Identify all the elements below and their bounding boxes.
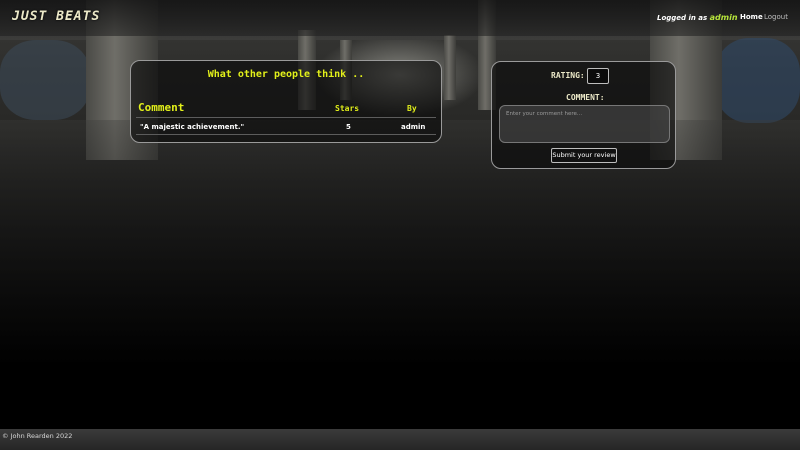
logged-in-username: admin xyxy=(709,13,738,22)
review-form-panel: RATING: 3 COMMENT: Enter your comment he… xyxy=(491,61,676,169)
top-navbar: JUST BEATS Logged in as admin Home Logou… xyxy=(0,0,800,36)
rating-input[interactable]: 3 xyxy=(587,68,609,84)
column-header-by: By xyxy=(407,104,417,113)
reviews-panel: What other people think .. Comment Stars… xyxy=(130,60,442,143)
graffiti-left xyxy=(0,40,90,120)
floor xyxy=(0,120,800,362)
submit-review-button[interactable]: Submit your review xyxy=(551,148,617,163)
footer-copyright: © John Rearden 2022 xyxy=(2,432,73,440)
rating-label: RATING: xyxy=(551,71,585,80)
graffiti-right xyxy=(715,38,800,123)
comment-textarea[interactable]: Enter your comment here... xyxy=(499,105,670,143)
review-author: admin xyxy=(401,123,426,131)
login-status: Logged in as admin xyxy=(657,13,738,22)
table-divider xyxy=(136,134,436,135)
warehouse-background xyxy=(0,0,800,362)
login-prefix: Logged in as xyxy=(657,14,708,22)
site-logo[interactable]: JUST BEATS xyxy=(12,9,100,24)
nav-logout-link[interactable]: Logout xyxy=(764,13,788,21)
table-divider xyxy=(136,117,436,118)
review-stars: 5 xyxy=(346,123,351,131)
review-comment: "A majestic achievement." xyxy=(140,123,245,131)
column-header-stars: Stars xyxy=(335,104,360,113)
footer: © John Rearden 2022 xyxy=(0,429,800,450)
comment-placeholder: Enter your comment here... xyxy=(506,111,583,117)
column-header-comment: Comment xyxy=(138,101,185,114)
pillar xyxy=(444,35,456,100)
comment-label: COMMENT: xyxy=(566,93,605,102)
reviews-title: What other people think .. xyxy=(207,69,365,80)
nav-home-link[interactable]: Home xyxy=(740,13,763,21)
